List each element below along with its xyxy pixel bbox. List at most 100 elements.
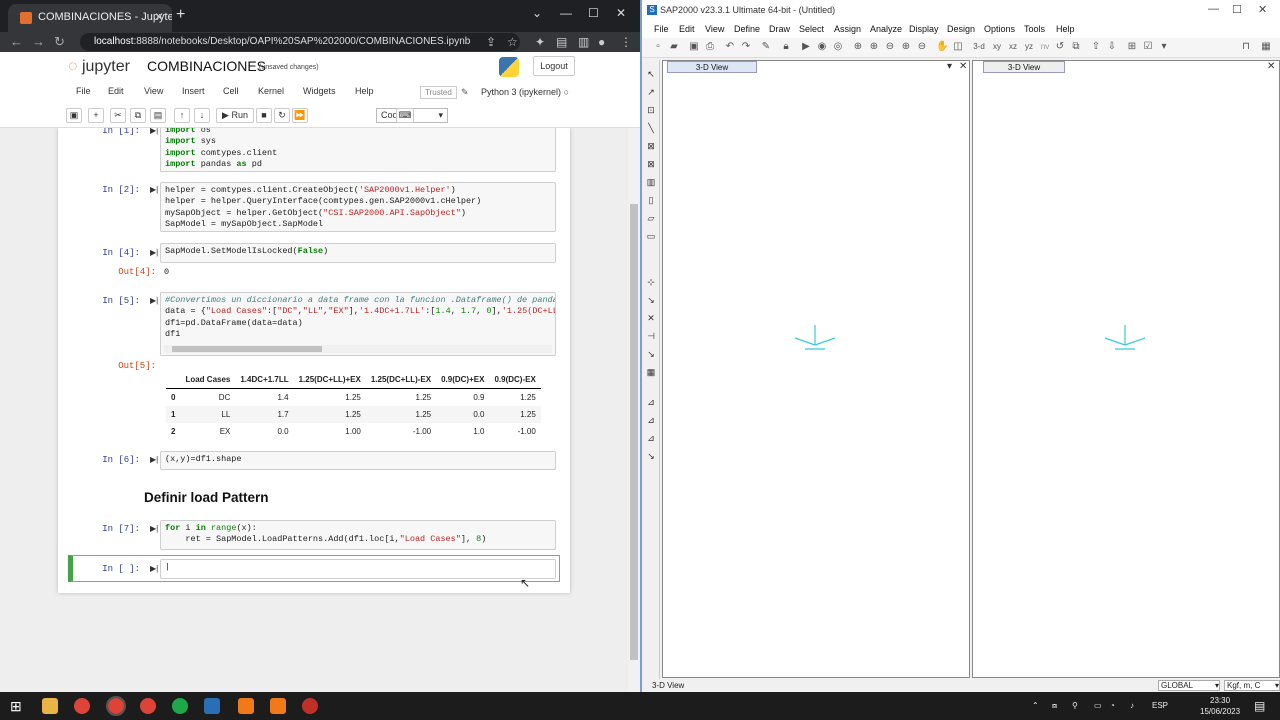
select-all-icon[interactable]: ⊹ xyxy=(645,276,657,288)
stop-icon[interactable]: ■ xyxy=(256,108,272,123)
sap-menu-options[interactable]: Options xyxy=(984,24,1015,34)
move-down-icon[interactable]: ↓ xyxy=(194,108,210,123)
run-cell-icon[interactable]: ▶| xyxy=(150,248,158,257)
open-icon[interactable]: ▰ xyxy=(668,41,680,53)
menu-file[interactable]: File xyxy=(76,86,91,96)
menu-cell[interactable]: Cell xyxy=(223,86,239,96)
grid-icon[interactable]: ▦ xyxy=(1260,41,1272,53)
dropdown-icon[interactable]: ▾ xyxy=(1158,41,1170,53)
units-select[interactable]: Kgf, m, C ▾ xyxy=(1224,680,1280,691)
lock-icon[interactable]: 🔒︎ xyxy=(780,41,792,53)
recorder-icon[interactable] xyxy=(302,698,318,714)
menu-edit[interactable]: Edit xyxy=(108,86,124,96)
move-down-icon[interactable]: ⇩ xyxy=(1106,41,1118,53)
paste-icon[interactable]: ▤ xyxy=(150,108,166,123)
sap-menu-draw[interactable]: Draw xyxy=(769,24,790,34)
pan-icon[interactable]: ✋ xyxy=(936,41,948,53)
new-tab-icon[interactable]: + xyxy=(176,6,185,24)
clear-selection-icon[interactable]: ⊣ xyxy=(645,330,657,342)
draw-section-icon[interactable]: ▥ xyxy=(645,176,657,188)
sap-menu-select[interactable]: Select xyxy=(799,24,824,34)
cut-icon[interactable]: ✂ xyxy=(110,108,126,123)
draw-cable-icon[interactable]: ⊠ xyxy=(645,140,657,152)
forward-icon[interactable]: → xyxy=(32,34,45,49)
draw-rect-area-icon[interactable]: ▭ xyxy=(645,230,657,242)
language-indicator[interactable]: ESP xyxy=(1152,701,1168,710)
close-window-icon[interactable]: ✕ xyxy=(616,6,626,20)
run-cell-icon[interactable]: ▶| xyxy=(150,185,158,194)
battery-icon[interactable]: ▭ xyxy=(1094,701,1102,710)
select-prev-icon[interactable]: ↘ xyxy=(645,294,657,306)
maximize-icon[interactable]: ☐ xyxy=(588,6,599,20)
intersect-icon[interactable]: ✕ xyxy=(645,312,657,324)
menu-view[interactable]: View xyxy=(144,86,163,96)
move-up-icon[interactable]: ↑ xyxy=(174,108,190,123)
extensions-icon[interactable]: ✦ xyxy=(535,35,545,49)
sap-menu-design[interactable]: Design xyxy=(947,24,975,34)
chrome-profile-icon[interactable] xyxy=(140,698,156,714)
sap-menu-analyze[interactable]: Analyze xyxy=(870,24,902,34)
chevron-down-icon[interactable]: ⌄ xyxy=(532,6,542,20)
star-icon[interactable]: ☆ xyxy=(507,35,518,49)
minimize-icon[interactable]: — xyxy=(560,6,572,20)
object-shrink-icon[interactable]: ⊞ xyxy=(1126,41,1138,53)
close-pane-icon[interactable]: ✕ xyxy=(1267,61,1275,72)
snap-joints-icon[interactable]: ⊿ xyxy=(645,396,657,408)
pointer-icon[interactable]: ↖ xyxy=(645,68,657,80)
notebook-scrollbar[interactable] xyxy=(628,128,640,692)
copy-icon[interactable]: ⧉ xyxy=(130,108,146,123)
chrome-icon[interactable] xyxy=(74,698,90,714)
undo-icon[interactable]: ↶ xyxy=(724,41,736,53)
sap-menu-assign[interactable]: Assign xyxy=(834,24,861,34)
maximize-icon[interactable]: ☐ xyxy=(1232,3,1242,16)
snap-intersect-icon[interactable]: ↘ xyxy=(645,450,657,462)
close-window-icon[interactable]: ✕ xyxy=(1258,3,1267,16)
zoom-fit-icon[interactable]: ⊕ xyxy=(900,41,912,53)
notifications-icon[interactable]: ▤ xyxy=(1254,699,1265,713)
fast-forward-icon[interactable]: ⏩ xyxy=(292,108,308,123)
scrollbar-thumb[interactable] xyxy=(630,204,638,660)
rotate-icon[interactable]: ↺ xyxy=(1054,41,1066,53)
code-cell-7[interactable]: for i in range(x): ret = SapModel.LoadPa… xyxy=(160,520,556,550)
save-icon[interactable]: ▣ xyxy=(66,108,82,123)
draw-brace-icon[interactable]: ⊠ xyxy=(645,158,657,170)
markdown-heading[interactable]: Definir load Pattern xyxy=(144,490,269,505)
run-cell-icon[interactable]: ▶| xyxy=(150,564,158,573)
view-nv-button[interactable]: nv xyxy=(1038,41,1052,53)
sidebar-icon[interactable]: ▥ xyxy=(578,35,589,49)
coord-system-select[interactable]: GLOBAL ▾ xyxy=(1158,680,1220,691)
usb-icon[interactable]: ⚲ xyxy=(1072,701,1078,710)
draw-frame-icon[interactable]: ╲ xyxy=(645,122,657,134)
sap-menu-view[interactable]: View xyxy=(705,24,724,34)
wifi-icon[interactable]: ◔ xyxy=(1110,701,1115,710)
menu-kernel[interactable]: Kernel xyxy=(258,86,284,96)
chrome-active-icon[interactable] xyxy=(106,696,126,716)
reload-icon[interactable]: ↻ xyxy=(54,34,65,50)
menu-insert[interactable]: Insert xyxy=(182,86,205,96)
redo-icon[interactable]: ↷ xyxy=(740,41,752,53)
view-yz-button[interactable]: yz xyxy=(1022,41,1036,53)
sap-menu-file[interactable]: File xyxy=(654,24,669,34)
reshape-icon[interactable]: ↗ xyxy=(645,86,657,98)
add-cell-icon[interactable]: + xyxy=(88,108,104,123)
zoom-previous-icon[interactable]: ⊖ xyxy=(916,41,928,53)
code-cell-2[interactable]: helper = comtypes.client.CreateObject('S… xyxy=(160,182,556,232)
new-model-icon[interactable]: ▫ xyxy=(652,41,664,53)
windows-start-icon[interactable]: ⊞ xyxy=(10,698,22,715)
run-cell-icon[interactable]: ▶| xyxy=(150,455,158,464)
view-3d-button[interactable]: 3-d xyxy=(972,41,986,53)
code-cell-4[interactable]: SapModel.SetModelIsLocked(False) xyxy=(160,243,556,263)
view-tab-left[interactable]: 3-D View xyxy=(667,61,757,73)
view-pane-right[interactable]: 3-D View ✕ xyxy=(972,60,1280,678)
share-icon[interactable]: ⇪ xyxy=(486,35,496,49)
view-pane-left[interactable]: 3-D View ▾ ✕ xyxy=(662,60,970,678)
run-analysis-icon[interactable]: ▶ xyxy=(800,41,812,53)
horizontal-scrollbar[interactable] xyxy=(164,345,552,353)
sap-menu-help[interactable]: Help xyxy=(1056,24,1075,34)
close-tab-icon[interactable]: ✕ xyxy=(154,10,164,24)
empty-code-cell[interactable]: | xyxy=(160,559,556,579)
browser-tab[interactable]: COMBINACIONES - Jupyter Note ✕ xyxy=(8,4,172,32)
zoom-out-icon[interactable]: ⊖ xyxy=(884,41,896,53)
sap-menu-edit[interactable]: Edit xyxy=(679,24,695,34)
anaconda-icon[interactable] xyxy=(172,698,188,714)
